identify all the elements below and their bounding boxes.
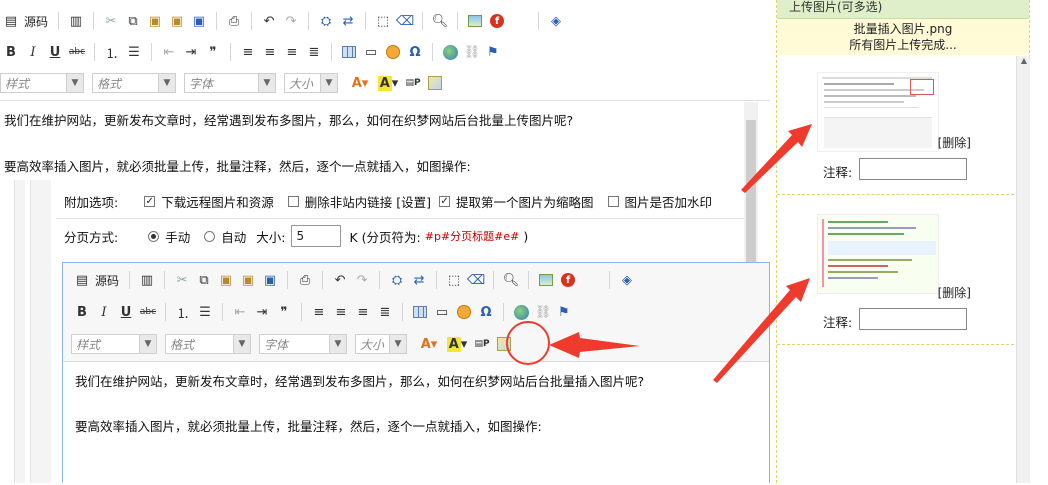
arrow-to-multi-image-icon xyxy=(549,332,640,358)
highlight-circle xyxy=(506,321,550,365)
arrow-to-thumbnail-2 xyxy=(713,278,810,383)
arrow-to-thumbnail-1 xyxy=(741,124,812,193)
annotation-overlay xyxy=(506,124,812,383)
